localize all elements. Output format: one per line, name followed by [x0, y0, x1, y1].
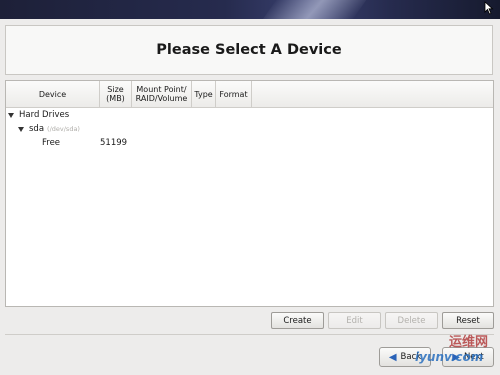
- page-title: Please Select A Device: [156, 42, 342, 58]
- tree-row-free[interactable]: Free 51199: [42, 137, 482, 149]
- expander-down-icon[interactable]: [18, 126, 24, 132]
- device-tree[interactable]: Device Size (MB) Mount Point/ RAID/Volum…: [5, 80, 494, 307]
- column-header-type[interactable]: Type: [192, 81, 216, 107]
- divider: [5, 334, 494, 335]
- column-header-format[interactable]: Format: [216, 81, 252, 107]
- free-size: 51199: [100, 138, 128, 148]
- back-arrow-icon: ◀: [388, 351, 397, 363]
- column-header-size[interactable]: Size (MB): [100, 81, 132, 107]
- tree-row-hard-drives[interactable]: Hard Drives: [8, 109, 69, 121]
- mouse-cursor-icon: [484, 1, 494, 15]
- column-header-device[interactable]: Device: [6, 81, 100, 107]
- group-label: Hard Drives: [19, 110, 70, 120]
- banner-light-streak: [259, 0, 371, 19]
- title-panel: Please Select A Device: [5, 25, 493, 75]
- disk-label: sda: [29, 124, 45, 134]
- column-header-mount-point[interactable]: Mount Point/ RAID/Volume: [132, 81, 192, 107]
- disk-path: (/dev/sda): [47, 125, 80, 133]
- create-button[interactable]: Create: [271, 312, 324, 329]
- watermark-logo: 运维网: [448, 335, 488, 350]
- free-label: Free: [42, 138, 61, 148]
- watermark-url: iyunv.com: [415, 350, 484, 364]
- edit-button[interactable]: Edit: [328, 312, 381, 329]
- top-banner: [0, 0, 500, 19]
- delete-button[interactable]: Delete: [385, 312, 438, 329]
- expander-down-icon[interactable]: [8, 112, 14, 118]
- reset-button[interactable]: Reset: [442, 312, 494, 329]
- tree-row-sda[interactable]: sda (/dev/sda): [18, 123, 80, 135]
- table-header: Device Size (MB) Mount Point/ RAID/Volum…: [6, 81, 493, 108]
